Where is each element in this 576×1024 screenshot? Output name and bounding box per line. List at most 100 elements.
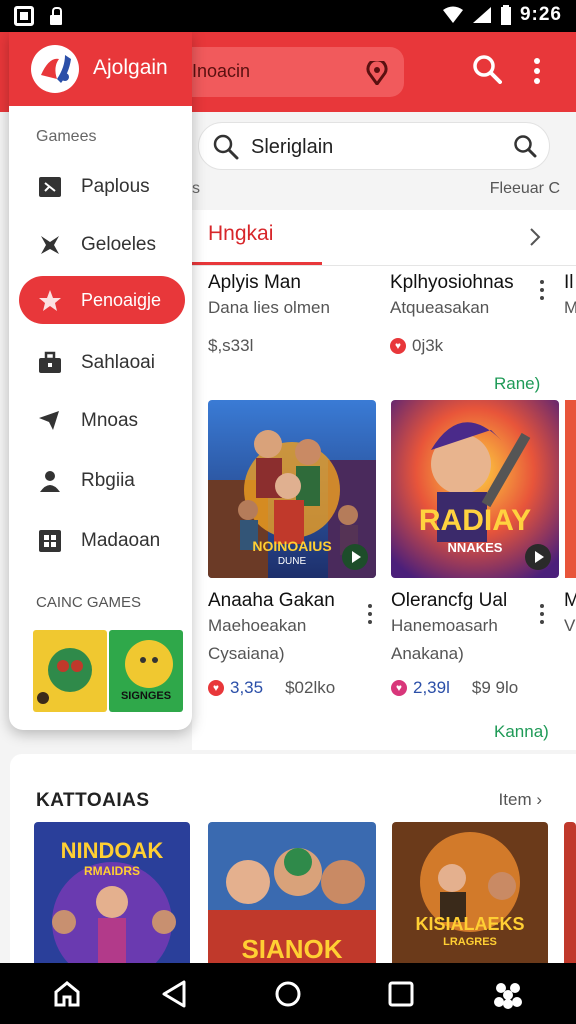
app-search-field[interactable]: Inoacin (176, 47, 404, 97)
tag-icon (39, 411, 59, 430)
app-title: Kplhyosiohnas (390, 272, 514, 293)
more-vert-icon[interactable] (534, 58, 540, 84)
star-outline-icon (41, 236, 59, 254)
more-options-icon[interactable] (540, 604, 544, 628)
app-title: Il (564, 272, 574, 293)
game-thumbnail-partial (565, 400, 576, 578)
heart-icon: ♥ (208, 680, 224, 696)
drawer-item-grid[interactable]: Madaoan (9, 516, 192, 564)
home-icon[interactable] (52, 979, 82, 1009)
apps-icon[interactable] (493, 979, 523, 1009)
play-icon[interactable] (342, 544, 368, 570)
search-submit-icon[interactable] (513, 134, 537, 158)
heart-icon: ♥ (390, 338, 406, 354)
app-rating: 0j3k (412, 336, 444, 355)
heart-icon: ♥ (391, 680, 407, 696)
app-search-text: Inoacin (192, 61, 251, 81)
recents-icon[interactable] (386, 979, 416, 1009)
app-subtitle: Dana lies olmen (208, 298, 330, 317)
thumbnail-title: SIGNGES (120, 690, 172, 702)
game-thumbnail[interactable]: KISIALAEKS LRAGRES (392, 822, 548, 963)
battery-icon (500, 5, 511, 25)
featured-section: KATTOAIAS Item › NINDOAK RMAIDRS SIANOK … (10, 754, 576, 963)
search-bar[interactable]: Sleriglain (198, 122, 550, 170)
game-card[interactable]: M V (564, 590, 576, 636)
screenshot-icon (14, 6, 34, 26)
filter-link[interactable]: Fleeuar C (490, 180, 560, 198)
home-circle-icon[interactable] (273, 979, 303, 1009)
chevron-right-icon[interactable] (528, 226, 542, 248)
casual-game-thumbnail[interactable]: SIGNGES (109, 630, 183, 712)
people-icon (40, 471, 60, 492)
search-icon[interactable] (472, 54, 502, 84)
casual-game-thumbnail[interactable] (33, 630, 107, 712)
back-icon[interactable] (160, 979, 190, 1009)
game-thumbnail[interactable]: RADIAY NNAKES (391, 400, 559, 578)
thumbnail-title: RADIAY (418, 504, 532, 537)
status-bar: 9:26 (0, 0, 576, 32)
game-card[interactable]: Anaaha Gakan Maehoeakan Cysaiana) ♥ 3,35… (208, 590, 378, 698)
game-card[interactable]: Olerancfg Ual Hanemoasarh Anakana) ♥ 2,3… (391, 590, 561, 698)
game-thumbnail[interactable]: NINDOAK RMAIDRS (34, 822, 190, 963)
drawer-item-sales[interactable]: Sahlaoai (9, 338, 192, 386)
app-subtitle: M (564, 298, 576, 317)
game-title: Anaaha Gakan (208, 590, 335, 611)
drawer-item-premium[interactable]: Penoaigje (19, 276, 185, 324)
thumbnail-subtitle: RMAIDRS (84, 864, 140, 878)
drawer-header: Ajolgain (9, 32, 192, 106)
app-price: $,s33l (208, 336, 254, 355)
app-logo (31, 45, 79, 93)
game-subtitle: V (564, 616, 576, 635)
star-icon (39, 290, 61, 311)
app-card[interactable]: Il M (564, 272, 576, 318)
app-link[interactable]: Rane) (494, 374, 540, 394)
drawer-item-people[interactable]: Rbgiia (9, 456, 192, 504)
signal-icon (472, 7, 491, 23)
game-thumbnail[interactable]: SIANOK (208, 822, 376, 963)
game-price: $9 9lo (471, 678, 519, 697)
game-link[interactable]: Kanna) (494, 722, 549, 742)
drawer-section-label: CAINC GAMES (36, 594, 142, 611)
section-title: KATTOAIAS (36, 790, 150, 811)
drawer-item-tags[interactable]: Mnoas (9, 396, 192, 444)
thumbnail-subtitle: LRAGRES (443, 936, 497, 948)
game-price: $02lko (285, 678, 336, 697)
app-card[interactable]: Kplhyosiohnas Atqueasakan ♥ 0j3k (390, 272, 560, 356)
section-more-link[interactable]: Item › (499, 790, 542, 810)
more-options-icon[interactable] (540, 280, 544, 304)
navigation-bar (0, 963, 576, 1024)
drawer-item-popular[interactable]: Paplous (9, 162, 192, 210)
game-title: M (564, 590, 576, 611)
game-extra: Cysaiana) (208, 644, 285, 663)
tab-active[interactable]: Hngkai (208, 222, 273, 246)
game-extra: Anakana) (391, 644, 464, 663)
app-card[interactable]: Aplyis Man Dana lies olmen $,s33l (208, 272, 378, 356)
thumbnail-title: SIANOK (241, 934, 343, 963)
drawer-item-categories[interactable]: Geloeles (9, 220, 192, 268)
app-subtitle: Atqueasakan (390, 298, 490, 317)
game-rating: 3,35 (230, 678, 264, 697)
game-title: Olerancfg Ual (391, 590, 508, 611)
thumbnail-title: KISIALAEKS (415, 914, 525, 934)
game-icon (39, 177, 61, 197)
wifi-icon (442, 6, 463, 23)
thumbnail-title: NINDOAK (60, 838, 164, 863)
game-rating: 2,39l (413, 678, 450, 697)
game-subtitle: Maehoeakan (208, 616, 307, 635)
lock-icon (48, 7, 62, 25)
location-pin-icon[interactable] (366, 61, 388, 85)
play-icon[interactable] (525, 544, 551, 570)
drawer-section-label: Gamees (36, 128, 97, 145)
clock: 9:26 (519, 4, 562, 25)
game-thumbnail-partial (564, 822, 576, 963)
game-thumbnail[interactable]: NOINOAIUS DUNE (208, 400, 376, 578)
filter-label: s (192, 180, 200, 197)
drawer-title: Ajolgain (93, 56, 168, 79)
search-icon (213, 134, 239, 160)
divider (192, 265, 576, 266)
game-subtitle: Hanemoasarh (391, 616, 498, 635)
grid-icon (39, 530, 61, 552)
navigation-drawer: Ajolgain Gamees Paplous Geloeles Penoaig… (9, 32, 192, 730)
more-options-icon[interactable] (368, 604, 372, 628)
search-input[interactable]: Sleriglain (251, 136, 333, 159)
